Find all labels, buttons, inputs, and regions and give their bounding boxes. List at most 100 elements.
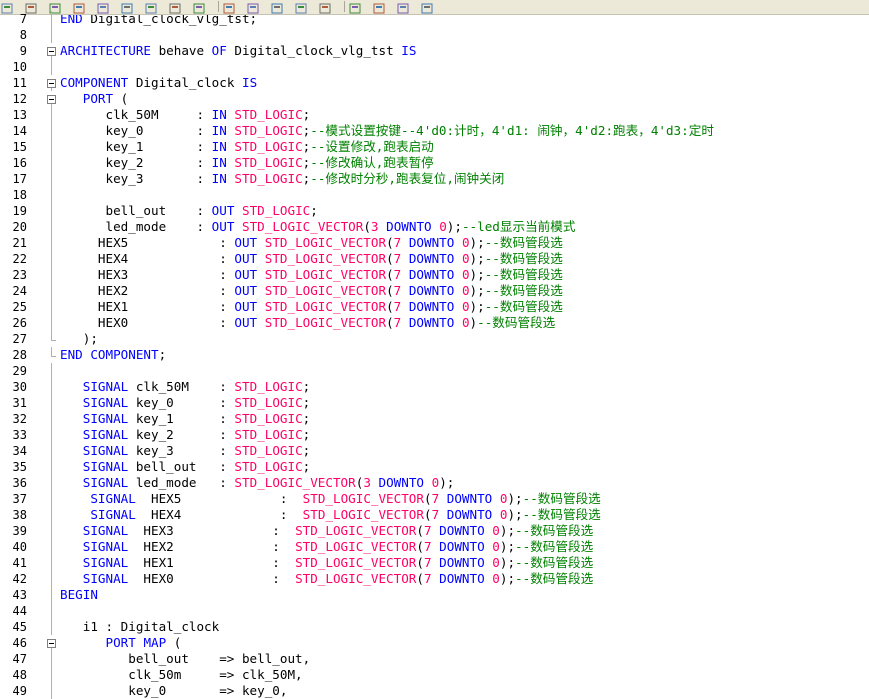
line-number: 28 bbox=[12, 348, 27, 362]
code-line: key_2 : IN STD_LOGIC;--修改确认,跑表暂停 bbox=[60, 155, 433, 171]
number-token: 0 bbox=[461, 299, 470, 314]
fold-guide bbox=[51, 299, 52, 315]
fold-guide bbox=[51, 219, 52, 235]
attach-icon[interactable] bbox=[222, 0, 237, 14]
edit-icon[interactable] bbox=[270, 0, 285, 14]
code-token: Digital_clock bbox=[128, 75, 242, 90]
keyword-token: IN bbox=[211, 155, 227, 170]
keyword-token: DOWNTO bbox=[386, 219, 432, 234]
type-token: STD_LOGIC bbox=[234, 123, 303, 138]
line-number: 42 bbox=[12, 572, 27, 586]
code-editor[interactable]: END Digital_clock_vlg_tst; ARCHITECTURE b… bbox=[60, 15, 869, 699]
code-token: ( bbox=[386, 267, 394, 282]
fold-guide bbox=[51, 88, 52, 91]
line-number: 43 bbox=[12, 588, 27, 602]
type-token: STD_LOGIC bbox=[234, 171, 303, 186]
page3-icon[interactable] bbox=[420, 0, 435, 14]
page2-icon[interactable] bbox=[396, 0, 411, 14]
paste-icon[interactable] bbox=[144, 0, 159, 14]
collapse-icon[interactable] bbox=[47, 639, 56, 648]
fold-guide bbox=[51, 603, 52, 619]
fold-guide bbox=[51, 619, 52, 635]
number-token: 0 bbox=[439, 219, 447, 234]
delete-icon[interactable] bbox=[192, 0, 207, 14]
keyword-token: SIGNAL bbox=[90, 507, 136, 522]
line-number: 17 bbox=[12, 172, 27, 186]
line-number: 47 bbox=[12, 652, 27, 666]
indent-icon[interactable] bbox=[72, 0, 87, 14]
line-number: 48 bbox=[12, 668, 27, 682]
code-token: HEX3 : bbox=[128, 523, 296, 538]
collapse-icon[interactable] bbox=[47, 47, 56, 56]
code-token: key_2 : bbox=[128, 427, 235, 442]
fold-guide bbox=[51, 235, 52, 251]
code-token: ; bbox=[302, 395, 311, 410]
page1-icon[interactable] bbox=[372, 0, 387, 14]
code-token: clk_50M : bbox=[128, 379, 235, 394]
line-number: 44 bbox=[12, 604, 27, 618]
line-number: 19 bbox=[12, 204, 27, 218]
fold-guide bbox=[51, 667, 52, 683]
type-token: STD_LOGIC_VECTOR bbox=[264, 251, 387, 266]
keyword-token: SIGNAL bbox=[82, 539, 129, 554]
code-line: SIGNAL HEX1 : STD_LOGIC_VECTOR(7 DOWNTO … bbox=[60, 555, 593, 571]
code-token: clk_50m => clk_50M, bbox=[60, 667, 303, 682]
collapse-icon[interactable] bbox=[47, 95, 56, 104]
code-line: i1 : Digital_clock bbox=[60, 619, 220, 635]
code-token: ); bbox=[499, 571, 516, 586]
run-icon[interactable] bbox=[348, 0, 363, 14]
keyword-token: IS bbox=[241, 75, 258, 90]
keyword-token: DOWNTO bbox=[408, 267, 455, 282]
fold-guide bbox=[51, 475, 52, 491]
cut-icon[interactable] bbox=[168, 0, 183, 14]
code-token: ( bbox=[386, 299, 394, 314]
line-number: 46 bbox=[12, 636, 27, 650]
code-line: HEX1 : OUT STD_LOGIC_VECTOR(7 DOWNTO 0);… bbox=[60, 299, 563, 315]
keyword-token: IN bbox=[211, 107, 227, 122]
line-number: 35 bbox=[12, 460, 27, 474]
code-token: key_1 : bbox=[60, 139, 212, 154]
code-token: ); bbox=[469, 267, 485, 282]
code-line: SIGNAL key_3 : STD_LOGIC; bbox=[60, 443, 311, 459]
code-token: HEX3 : bbox=[60, 267, 235, 282]
code-token: key_1 : bbox=[128, 411, 235, 426]
code-token: ( bbox=[416, 523, 424, 538]
code-token: bell_out => bell_out, bbox=[60, 651, 311, 666]
fold-guide bbox=[51, 427, 52, 443]
code-line: bell_out => bell_out, bbox=[60, 651, 310, 667]
format-icon[interactable] bbox=[246, 0, 261, 14]
keyword-token: SIGNAL bbox=[82, 427, 129, 442]
keyword-token: OUT bbox=[234, 267, 258, 282]
code-token: ( bbox=[416, 571, 424, 586]
keyword-token: SIGNAL bbox=[82, 555, 129, 570]
keyword-token: END bbox=[60, 15, 83, 26]
ruler-icon[interactable] bbox=[294, 0, 309, 14]
code-line: HEX5 : OUT STD_LOGIC_VECTOR(7 DOWNTO 0);… bbox=[60, 235, 563, 251]
outdent-icon[interactable] bbox=[96, 0, 111, 14]
keyword-token: SIGNAL bbox=[82, 571, 129, 586]
copy-icon[interactable] bbox=[120, 0, 135, 14]
comment-token: --数码管段选 bbox=[522, 491, 601, 506]
code-token: ( bbox=[423, 491, 432, 506]
abv-icon[interactable] bbox=[318, 0, 333, 14]
comment-token: --数码管段选 bbox=[515, 571, 594, 586]
fold-guide bbox=[51, 523, 52, 539]
code-token: ( bbox=[386, 315, 394, 330]
line-number: 24 bbox=[12, 284, 27, 298]
collapse-icon[interactable] bbox=[47, 79, 56, 88]
code-token: ); bbox=[60, 331, 98, 346]
keyword-token: SIGNAL bbox=[82, 523, 129, 538]
keyword-token: DOWNTO bbox=[439, 571, 485, 586]
